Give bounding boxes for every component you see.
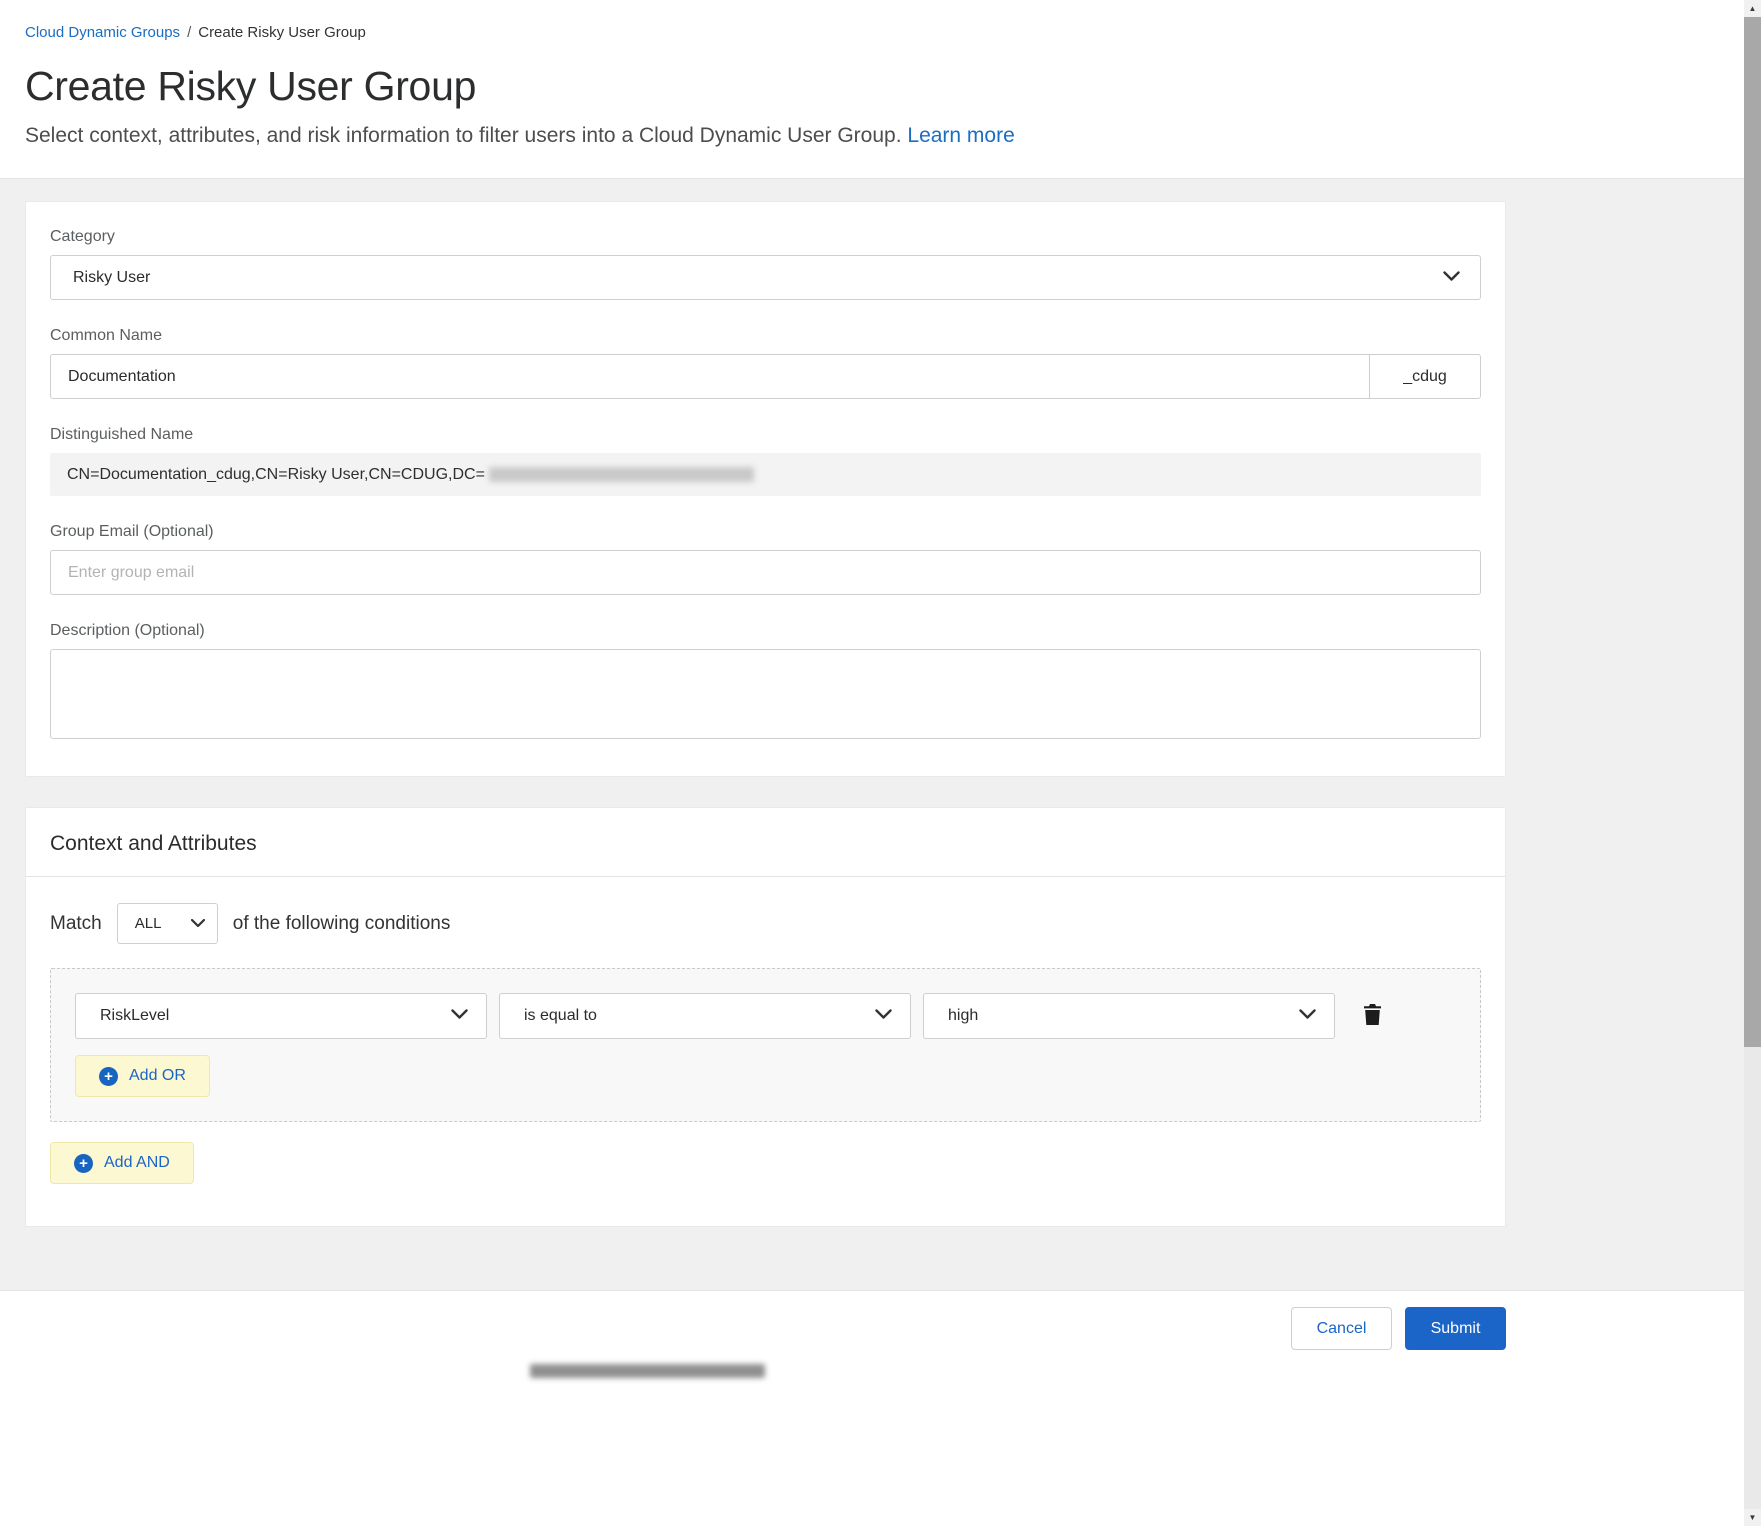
footer: Cancel Submit <box>0 1290 1744 1526</box>
scroll-up-arrow-icon[interactable]: ▲ <box>1744 0 1761 17</box>
plus-icon: + <box>74 1154 93 1173</box>
main-content: Category Risky User Common Name _cdug Di… <box>0 179 1744 1290</box>
condition-row: RiskLevel is equal to high <box>75 993 1456 1039</box>
breadcrumb-link-cloud-dynamic-groups[interactable]: Cloud Dynamic Groups <box>25 24 180 41</box>
scrollbar-track[interactable] <box>1744 1047 1761 1509</box>
page-title: Create Risky User Group <box>25 63 1719 110</box>
breadcrumb-current: Create Risky User Group <box>198 24 366 41</box>
add-or-label: Add OR <box>129 1067 186 1085</box>
condition-group: RiskLevel is equal to high <box>50 968 1481 1122</box>
common-name-label: Common Name <box>50 327 1481 345</box>
context-attributes-card: Context and Attributes Match ALL of the … <box>25 807 1506 1227</box>
condition-value-select[interactable]: high <box>923 993 1335 1039</box>
redacted-text <box>489 467 754 482</box>
add-and-label: Add AND <box>104 1154 170 1172</box>
condition-operator-select[interactable]: is equal to <box>499 993 911 1039</box>
condition-attribute-value: RiskLevel <box>100 1007 169 1025</box>
chevron-down-icon <box>1299 1007 1316 1025</box>
match-select-value: ALL <box>135 915 162 932</box>
scroll-down-arrow-icon[interactable]: ▼ <box>1744 1509 1761 1526</box>
match-prefix-label: Match <box>50 913 102 935</box>
common-name-input[interactable] <box>50 354 1370 399</box>
delete-condition-button[interactable] <box>1359 1000 1386 1032</box>
submit-button[interactable]: Submit <box>1405 1307 1506 1350</box>
add-and-button[interactable]: + Add AND <box>50 1142 194 1184</box>
group-email-label: Group Email (Optional) <box>50 523 1481 541</box>
common-name-field: Common Name _cdug <box>50 327 1481 399</box>
distinguished-name-text: CN=Documentation_cdug,CN=Risky User,CN=C… <box>67 466 485 484</box>
page-header: Cloud Dynamic Groups / Create Risky User G… <box>0 0 1744 179</box>
chevron-down-icon <box>875 1007 892 1025</box>
description-label: Description (Optional) <box>50 622 1481 640</box>
chevron-down-icon <box>191 915 205 932</box>
breadcrumb-separator: / <box>187 24 191 41</box>
main-column: Cloud Dynamic Groups / Create Risky User G… <box>0 0 1744 1526</box>
category-label: Category <box>50 228 1481 246</box>
condition-operator-value: is equal to <box>524 1007 597 1025</box>
distinguished-name-label: Distinguished Name <box>50 426 1481 444</box>
app-window: Cloud Dynamic Groups / Create Risky User G… <box>0 0 1761 1526</box>
add-or-button[interactable]: + Add OR <box>75 1055 210 1097</box>
chevron-down-icon <box>1443 269 1460 287</box>
match-suffix-label: of the following conditions <box>233 913 451 935</box>
page-subtitle-text: Select context, attributes, and risk inf… <box>25 124 902 147</box>
group-email-input[interactable] <box>50 550 1481 595</box>
footer-actions: Cancel Submit <box>0 1307 1506 1350</box>
page-subtitle: Select context, attributes, and risk inf… <box>25 124 1719 148</box>
plus-icon: + <box>99 1067 118 1086</box>
condition-value-value: high <box>948 1007 978 1025</box>
distinguished-name-value: CN=Documentation_cdug,CN=Risky User,CN=C… <box>50 453 1481 496</box>
condition-attribute-select[interactable]: RiskLevel <box>75 993 487 1039</box>
trash-icon <box>1363 1004 1382 1028</box>
match-row: Match ALL of the following conditions <box>26 877 1505 944</box>
category-select[interactable]: Risky User <box>50 255 1481 300</box>
description-textarea[interactable] <box>50 649 1481 739</box>
cancel-button[interactable]: Cancel <box>1291 1307 1392 1350</box>
category-select-value: Risky User <box>73 269 150 287</box>
context-attributes-title: Context and Attributes <box>26 808 1505 877</box>
chevron-down-icon <box>451 1007 468 1025</box>
breadcrumb: Cloud Dynamic Groups / Create Risky User G… <box>25 24 1719 41</box>
category-field: Category Risky User <box>50 228 1481 300</box>
learn-more-link[interactable]: Learn more <box>907 124 1014 147</box>
match-select[interactable]: ALL <box>117 903 218 944</box>
group-details-card: Category Risky User Common Name _cdug Di… <box>25 201 1506 777</box>
scrollbar-thumb[interactable] <box>1744 17 1761 1047</box>
common-name-suffix: _cdug <box>1369 354 1481 399</box>
redacted-text <box>530 1364 765 1378</box>
group-email-field: Group Email (Optional) <box>50 523 1481 595</box>
description-field: Description (Optional) <box>50 622 1481 744</box>
distinguished-name-field: Distinguished Name CN=Documentation_cdug… <box>50 426 1481 496</box>
vertical-scrollbar[interactable]: ▲ ▼ <box>1744 0 1761 1526</box>
